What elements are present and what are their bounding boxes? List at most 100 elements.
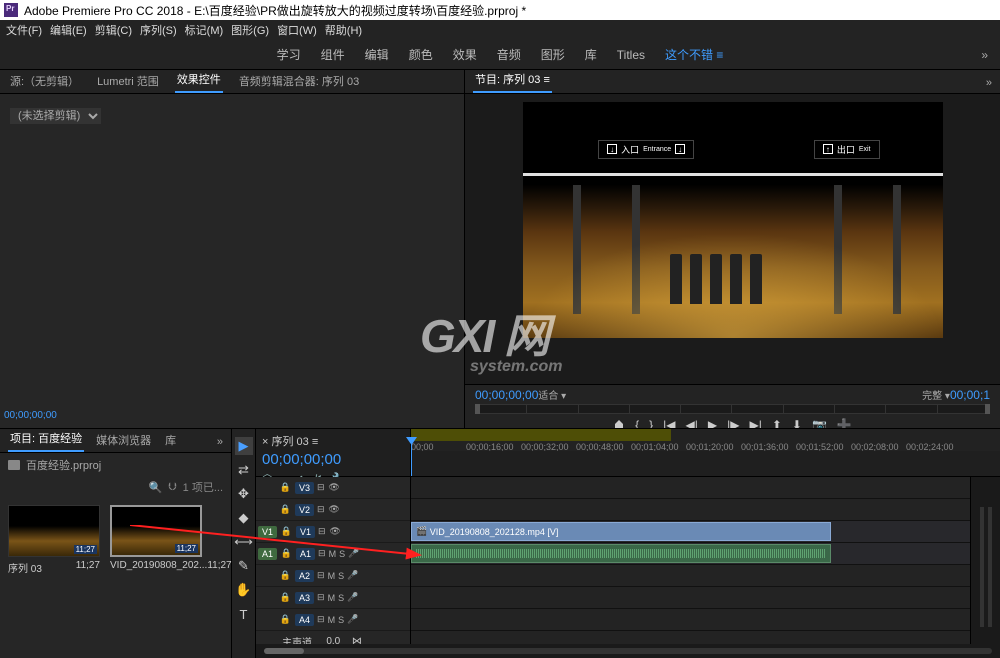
track-header-a3[interactable]: A3⊟MS🎤 <box>256 587 410 609</box>
playhead[interactable] <box>411 443 412 476</box>
ws-edit[interactable]: 编辑 <box>365 46 389 63</box>
menu-bar[interactable]: 文件(F) 编辑(E) 剪辑(C) 序列(S) 标记(M) 图形(G) 窗口(W… <box>0 20 1000 40</box>
main-area: 源:（无剪辑） Lumetri 范围 效果控件 音频剪辑混合器: 序列 03 (… <box>0 70 1000 440</box>
ws-custom[interactable]: 这个不错 ≡ <box>665 46 723 63</box>
timeline-zoom[interactable] <box>256 644 1000 658</box>
mic-icon[interactable]: 🎤 <box>347 570 358 581</box>
program-tc-left[interactable]: 00;00;00;00 <box>475 388 538 402</box>
type-tool[interactable]: T <box>235 605 253 623</box>
project-item[interactable]: 11;27 序列 0311;27 <box>8 505 100 575</box>
mic-icon[interactable]: 🎤 <box>348 548 359 559</box>
panel-menu-icon[interactable]: » <box>984 73 994 93</box>
ws-color[interactable]: 颜色 <box>409 46 433 63</box>
menu-window[interactable]: 窗口(W) <box>277 22 317 38</box>
work-area-bar[interactable] <box>411 429 671 441</box>
mic-icon[interactable]: 🎤 <box>347 592 358 603</box>
ws-titles[interactable]: Titles <box>617 48 645 62</box>
bin-row[interactable]: 百度经验.prproj <box>0 453 231 477</box>
pen-tool[interactable]: ✎ <box>235 557 253 575</box>
lock-icon[interactable] <box>280 525 293 538</box>
filter-icon[interactable]: ⮋ <box>168 481 176 494</box>
bin-name: 百度经验.prproj <box>26 457 101 473</box>
sequence-title[interactable]: × 序列 03 ≡ <box>262 433 404 449</box>
program-monitor[interactable]: ↓ 入口 Entrance ↓ ↑ 出口 Exit <box>465 94 1000 384</box>
lock-icon[interactable] <box>279 613 292 626</box>
zoom-handle[interactable] <box>264 648 304 654</box>
tab-audio-mixer[interactable]: 音频剪辑混合器: 序列 03 <box>237 69 361 93</box>
mic-icon[interactable]: 🎤 <box>347 614 358 625</box>
project-thumbs: 11;27 序列 0311;27 11;27 VID_20190808_202.… <box>0 497 231 583</box>
menu-clip[interactable]: 剪辑(C) <box>95 22 132 38</box>
overflow-icon[interactable]: » <box>981 48 988 62</box>
title-bar: Adobe Premiere Pro CC 2018 - E:\百度经验\PR做… <box>0 0 1000 20</box>
lock-icon[interactable] <box>279 503 292 516</box>
track-header-v3[interactable]: V3⊟ <box>256 477 410 499</box>
track-a1[interactable] <box>411 543 970 565</box>
razor-tool[interactable]: ◆ <box>235 509 253 527</box>
menu-marker[interactable]: 标记(M) <box>185 22 224 38</box>
track-select-tool[interactable]: ⇄ <box>235 461 253 479</box>
tab-program[interactable]: 节目: 序列 03 ≡ <box>473 67 552 93</box>
tab-effect-controls[interactable]: 效果控件 <box>175 67 223 93</box>
track-header-master[interactable]: 主声道 0.0 ⋈ <box>256 631 410 644</box>
menu-file[interactable]: 文件(F) <box>6 22 42 38</box>
arrow-up-icon: ↑ <box>823 144 833 154</box>
hand-tool[interactable]: ✋ <box>235 581 253 599</box>
clip-select[interactable]: (未选择剪辑) <box>10 108 101 124</box>
track-header-a2[interactable]: A2⊟MS🎤 <box>256 565 410 587</box>
lock-icon[interactable] <box>279 569 292 582</box>
arrow-down-icon: ↓ <box>607 144 617 154</box>
audio-clip[interactable] <box>411 544 831 563</box>
track-v1[interactable]: 🎬 VID_20190808_202128.mp4 [V] <box>411 521 970 543</box>
menu-edit[interactable]: 编辑(E) <box>50 22 87 38</box>
menu-help[interactable]: 帮助(H) <box>325 22 362 38</box>
track-a2[interactable] <box>411 565 970 587</box>
track-a3[interactable] <box>411 587 970 609</box>
ws-audio[interactable]: 音频 <box>497 46 521 63</box>
track-v2[interactable] <box>411 499 970 521</box>
zoom-fit[interactable]: 适合 ▾ <box>538 387 566 402</box>
eye-icon[interactable] <box>328 481 341 494</box>
search-icon[interactable]: 🔍 <box>149 481 163 494</box>
ws-assembly[interactable]: 组件 <box>321 46 345 63</box>
panel-menu-icon[interactable]: » <box>215 432 225 452</box>
eye-icon[interactable] <box>328 503 341 516</box>
lock-icon[interactable] <box>279 591 292 604</box>
slip-tool[interactable]: ⟷ <box>235 533 253 551</box>
tab-project[interactable]: 项目: 百度经验 <box>8 426 84 452</box>
ruler-handle-left[interactable] <box>475 404 480 414</box>
tab-media-browser[interactable]: 媒体浏览器 <box>94 428 153 452</box>
selection-tool[interactable]: ▶ <box>235 437 253 455</box>
tab-lumetri[interactable]: Lumetri 范围 <box>95 69 161 93</box>
video-clip[interactable]: 🎬 VID_20190808_202128.mp4 [V] <box>411 522 831 541</box>
track-a4[interactable] <box>411 609 970 631</box>
resolution-dropdown[interactable]: 完整 ▾ <box>922 387 950 402</box>
lock-icon[interactable] <box>279 481 292 494</box>
project-item[interactable]: 11;27 VID_20190808_202...11;27 <box>110 505 202 575</box>
mini-ruler[interactable] <box>475 404 990 414</box>
track-area[interactable]: 导入素材置入序列 🎬 VID_20190808_202128.mp4 [V] <box>411 477 970 644</box>
track-header-v1[interactable]: V1V1⊟ <box>256 521 410 543</box>
ws-library[interactable]: 库 <box>585 46 597 63</box>
sign-entrance: ↓ 入口 Entrance ↓ <box>598 140 694 159</box>
item-count: 1 项已... <box>183 479 223 495</box>
eye-icon[interactable] <box>329 525 342 538</box>
tab-source[interactable]: 源:（无剪辑） <box>8 69 81 93</box>
ruler-handle-right[interactable] <box>985 404 990 414</box>
timeline-ruler[interactable]: 00;00 00;00;16;00 00;00;32;00 00;00;48;0… <box>411 429 1000 451</box>
ripple-edit-tool[interactable]: ✥ <box>235 485 253 503</box>
track-header-a4[interactable]: A4⊟MS🎤 <box>256 609 410 631</box>
effect-tc: 00;00;00;00 <box>4 410 57 421</box>
menu-graphics[interactable]: 图形(G) <box>231 22 269 38</box>
track-header-v2[interactable]: V2⊟ <box>256 499 410 521</box>
menu-sequence[interactable]: 序列(S) <box>140 22 177 38</box>
tab-library[interactable]: 库 <box>163 428 178 452</box>
lock-icon[interactable] <box>280 547 293 560</box>
track-master[interactable] <box>411 631 970 644</box>
track-v3[interactable] <box>411 477 970 499</box>
track-header-a1[interactable]: A1A1⊟MS🎤 <box>256 543 410 565</box>
ws-learn[interactable]: 学习 <box>277 46 301 63</box>
ws-effects[interactable]: 效果 <box>453 46 477 63</box>
timeline-tc[interactable]: 00;00;00;00 <box>262 451 404 468</box>
ws-graphics[interactable]: 图形 <box>541 46 565 63</box>
